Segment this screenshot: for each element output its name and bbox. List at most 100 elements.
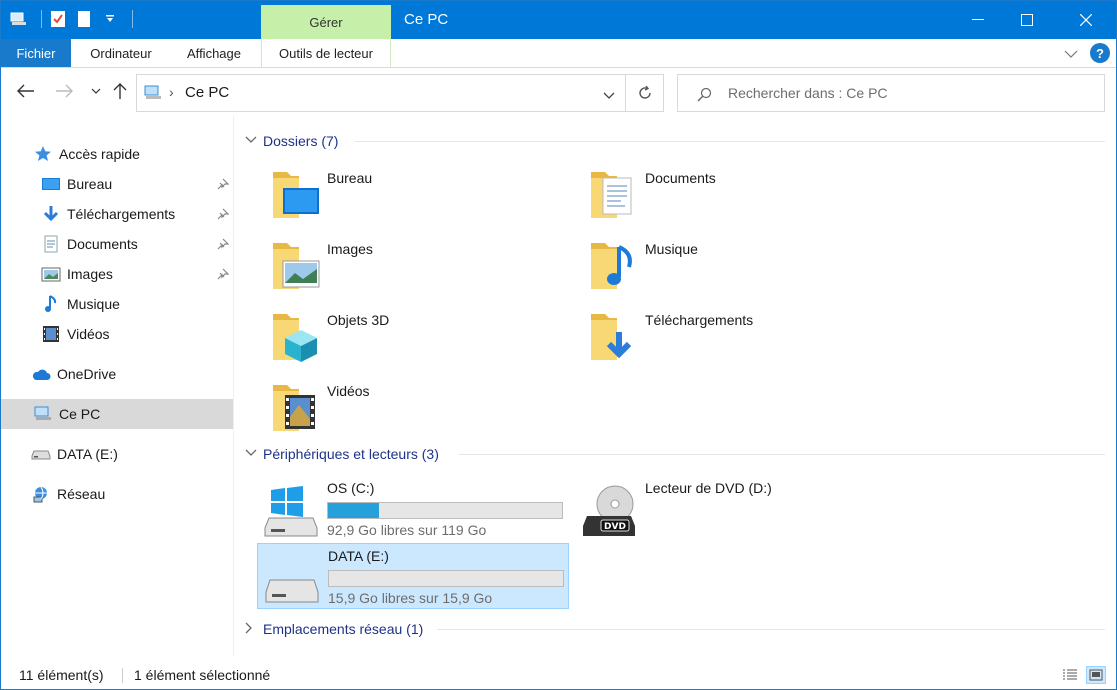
- drive-free-space: 15,9 Go libres sur 15,9 Go: [328, 590, 493, 606]
- status-bar: 11 élément(s) 1 élément sélectionné: [1, 661, 1116, 689]
- sidebar-item-downloads[interactable]: Téléchargements: [1, 199, 233, 229]
- search-box[interactable]: Rechercher dans : Ce PC: [677, 74, 1105, 112]
- quick-access-toolbar: [9, 9, 133, 29]
- sidebar-item-label: Documents: [67, 236, 138, 252]
- forward-button[interactable]: [53, 80, 75, 102]
- sidebar-item-label: Vidéos: [67, 326, 110, 342]
- sidebar-item-network[interactable]: Réseau: [1, 479, 233, 509]
- folders-group-header[interactable]: Dossiers (7): [245, 131, 1105, 151]
- expand-chevron-icon[interactable]: [245, 622, 263, 637]
- 3d-objects-folder-icon: [273, 314, 317, 362]
- pin-icon[interactable]: [217, 177, 230, 193]
- minimize-button[interactable]: [955, 1, 1001, 39]
- up-button[interactable]: [109, 80, 131, 102]
- folder-label: Objets 3D: [327, 312, 390, 328]
- group-title: Dossiers (7): [263, 133, 339, 149]
- folder-item-3d-objects[interactable]: Objets 3D: [269, 308, 569, 368]
- folder-item-images[interactable]: Images: [269, 237, 569, 297]
- drive-name: OS (C:): [327, 480, 375, 496]
- folder-item-desktop[interactable]: Bureau: [269, 166, 569, 226]
- sidebar-item-images[interactable]: Images: [1, 259, 233, 289]
- sidebar-item-this-pc[interactable]: Ce PC: [1, 399, 233, 429]
- group-divider: [459, 454, 1105, 455]
- tab-view[interactable]: Affichage: [171, 39, 257, 67]
- folder-label: Téléchargements: [645, 312, 754, 328]
- back-button[interactable]: [15, 80, 37, 102]
- properties-icon[interactable]: [48, 9, 68, 29]
- document-icon: [41, 234, 61, 254]
- toolbar-separator: [41, 10, 42, 28]
- drive-name: DATA (E:): [328, 548, 389, 564]
- sidebar-item-onedrive[interactable]: OneDrive: [1, 359, 233, 389]
- folder-label: Vidéos: [327, 383, 370, 399]
- search-icon: [696, 87, 712, 106]
- sidebar-item-videos[interactable]: Vidéos: [1, 319, 233, 349]
- sidebar-item-label: Musique: [67, 296, 120, 312]
- help-icon[interactable]: ?: [1090, 43, 1110, 63]
- network-group-header[interactable]: Emplacements réseau (1): [245, 619, 1105, 639]
- pin-icon[interactable]: [217, 267, 230, 283]
- sidebar-item-label: Téléchargements: [67, 206, 176, 222]
- drive-name: Lecteur de DVD (D:): [645, 480, 772, 496]
- folder-item-documents[interactable]: Documents: [587, 166, 887, 226]
- desktop-icon: [41, 174, 61, 194]
- tab-drive-tools[interactable]: Outils de lecteur: [261, 39, 391, 67]
- pin-icon[interactable]: [217, 237, 230, 253]
- folder-item-music[interactable]: Musique: [587, 237, 887, 297]
- drive-item-data-e[interactable]: DATA (E:) 15,9 Go libres sur 15,9 Go: [257, 543, 569, 609]
- maximize-button[interactable]: [1004, 1, 1050, 39]
- drive-item-dvd-d[interactable]: DVD Lecteur de DVD (D:): [575, 476, 887, 542]
- drive-icon: [31, 444, 51, 464]
- breadcrumb[interactable]: Ce PC: [185, 84, 229, 101]
- drive-item-os-c[interactable]: OS (C:) 92,9 Go libres sur 119 Go: [257, 476, 569, 542]
- star-icon: [33, 144, 53, 164]
- recent-locations-button[interactable]: [85, 80, 107, 102]
- new-folder-icon[interactable]: [74, 9, 94, 29]
- sidebar-item-label: Bureau: [67, 176, 113, 192]
- collapse-chevron-icon[interactable]: [245, 135, 263, 147]
- desktop-folder-icon: [273, 172, 319, 218]
- tab-file[interactable]: Fichier: [1, 39, 71, 67]
- sidebar-item-quick-access[interactable]: Accès rapide: [1, 139, 233, 169]
- sidebar-item-music[interactable]: Musique: [1, 289, 233, 319]
- content-pane: Dossiers (7) Bureau Documents Images Mus…: [235, 116, 1115, 656]
- item-count: 11 élément(s): [19, 667, 104, 683]
- customize-toolbar-icon[interactable]: [100, 9, 120, 29]
- folder-label: Images: [327, 241, 373, 257]
- selection-count: 1 élément sélectionné: [134, 667, 271, 683]
- videos-folder-icon: [273, 385, 315, 431]
- sidebar-item-data-drive[interactable]: DATA (E:): [1, 439, 233, 469]
- computer-icon: [143, 85, 163, 104]
- folder-item-downloads[interactable]: Téléchargements: [587, 308, 887, 368]
- devices-group-header[interactable]: Périphériques et lecteurs (3): [245, 444, 1105, 464]
- tab-computer[interactable]: Ordinateur: [75, 39, 167, 67]
- address-dropdown-icon[interactable]: [603, 87, 615, 103]
- status-separator: [122, 668, 123, 683]
- sidebar-item-desktop[interactable]: Bureau: [1, 169, 233, 199]
- sidebar-item-label: Ce PC: [59, 406, 101, 422]
- sidebar-item-label: Réseau: [57, 486, 106, 502]
- drive-free-space: 92,9 Go libres sur 119 Go: [327, 522, 487, 538]
- sidebar-item-label: Accès rapide: [59, 146, 140, 162]
- pin-icon[interactable]: [217, 207, 230, 223]
- drive-usage-fill: [328, 503, 380, 518]
- sidebar-item-documents[interactable]: Documents: [1, 229, 233, 259]
- manage-contextual-tab[interactable]: Gérer: [261, 5, 391, 39]
- documents-folder-icon: [591, 172, 632, 218]
- refresh-button[interactable]: [626, 74, 664, 112]
- group-title: Périphériques et lecteurs (3): [263, 446, 439, 462]
- drive-usage-bar: [327, 502, 563, 519]
- large-icons-view-icon[interactable]: [1086, 666, 1106, 684]
- breadcrumb-separator-icon[interactable]: ›: [169, 84, 174, 100]
- details-view-icon[interactable]: [1060, 666, 1080, 684]
- video-icon: [41, 324, 61, 344]
- address-bar[interactable]: › Ce PC: [136, 74, 626, 112]
- close-button[interactable]: [1063, 1, 1109, 39]
- computer-icon[interactable]: [9, 9, 29, 29]
- window-title: Ce PC: [404, 11, 449, 28]
- collapse-chevron-icon[interactable]: [245, 448, 263, 460]
- windows-drive-icon: [264, 486, 318, 537]
- expand-ribbon-icon[interactable]: [1064, 45, 1078, 61]
- folder-label: Musique: [645, 241, 698, 257]
- folder-item-videos[interactable]: Vidéos: [269, 379, 569, 439]
